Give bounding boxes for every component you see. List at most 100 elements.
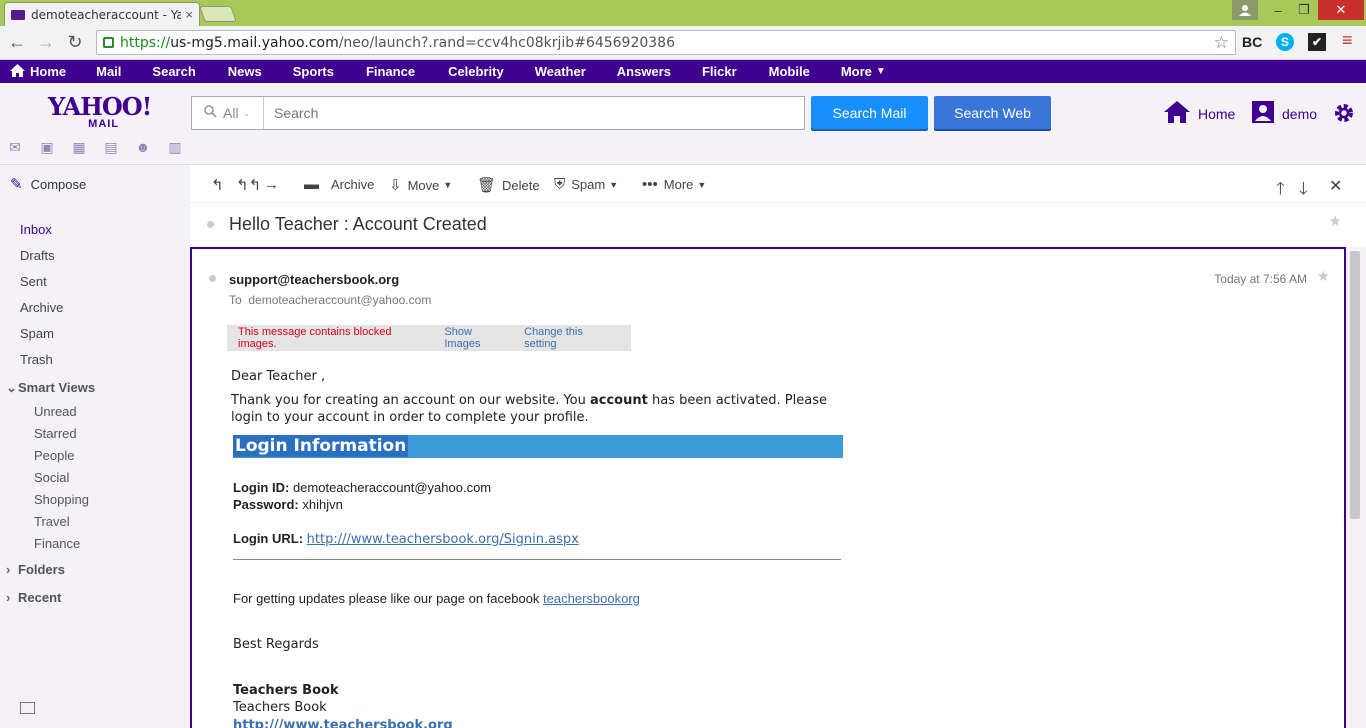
reply-all-icon[interactable]: ↰↰ bbox=[236, 176, 267, 194]
more-button[interactable]: ••• More ▼ bbox=[642, 176, 706, 193]
address-bar[interactable]: https://us-mg5.mail.yahoo.com/neo/launch… bbox=[96, 30, 1236, 55]
unread-dot-icon[interactable] bbox=[207, 221, 214, 228]
bookmark-star-icon[interactable]: ☆ bbox=[1214, 33, 1229, 53]
forward-arrow-icon[interactable]: → bbox=[35, 32, 57, 53]
scrollbar-thumb[interactable] bbox=[1350, 251, 1360, 519]
checkmark-extension-icon[interactable]: ✔ bbox=[1308, 33, 1326, 51]
user-avatar-icon bbox=[1252, 101, 1274, 126]
sidebar-item-trash[interactable]: Trash bbox=[20, 352, 53, 367]
nav-home[interactable]: Home bbox=[30, 64, 66, 79]
search-web-button[interactable]: Search Web bbox=[934, 96, 1051, 129]
back-arrow-icon[interactable]: ← bbox=[6, 32, 28, 53]
star-icon[interactable]: ★ bbox=[1329, 212, 1342, 230]
user-profile-icon[interactable] bbox=[1232, 0, 1258, 20]
user-account-link[interactable]: demo bbox=[1252, 101, 1317, 126]
nav-celebrity[interactable]: Celebrity bbox=[448, 64, 504, 79]
facebook-link[interactable]: teachersbookorg bbox=[543, 591, 640, 606]
compose-button[interactable]: ✎ Compose bbox=[10, 175, 86, 193]
chevron-right-icon: › bbox=[6, 590, 11, 605]
browser-toolbar: ← → ↻ https://us-mg5.mail.yahoo.com/neo/… bbox=[0, 26, 1366, 60]
trash-icon: 🗑 bbox=[477, 177, 497, 194]
nav-mail[interactable]: Mail bbox=[96, 64, 121, 79]
nav-search[interactable]: Search bbox=[152, 64, 195, 79]
nav-answers[interactable]: Answers bbox=[617, 64, 671, 79]
yahoo-mail-logo[interactable]: YAHOO! MAIL bbox=[48, 95, 152, 130]
spam-button[interactable]: ⛨ Spam ▼ bbox=[554, 176, 618, 193]
smart-view-unread[interactable]: Unread bbox=[34, 404, 77, 419]
user-name: demo bbox=[1282, 105, 1318, 122]
search-mail-button[interactable]: Search Mail bbox=[811, 96, 928, 129]
change-setting-link[interactable]: Change this setting bbox=[524, 326, 617, 350]
signature-url-link[interactable]: http:///www.teachersbook.org bbox=[233, 718, 453, 728]
mail-app-icon[interactable]: ✉ bbox=[6, 139, 24, 155]
nav-flickr[interactable]: Flickr bbox=[702, 64, 737, 79]
chrome-menu-icon[interactable]: ≡ bbox=[1342, 30, 1353, 51]
contacts-app-icon[interactable]: ▣ bbox=[38, 139, 56, 155]
smart-views-toggle[interactable]: ⌄Smart Views bbox=[6, 380, 95, 396]
reply-icon[interactable]: ↰ bbox=[211, 176, 230, 194]
sidebar-item-archive[interactable]: Archive bbox=[20, 300, 63, 315]
nav-weather[interactable]: Weather bbox=[535, 64, 586, 79]
close-icon[interactable]: ✕ bbox=[1329, 176, 1342, 196]
sidebar-item-spam[interactable]: Spam bbox=[20, 326, 54, 341]
minimize-button[interactable]: – bbox=[1264, 0, 1292, 20]
message-sender[interactable]: support@teachersbook.org bbox=[229, 272, 399, 287]
notepad-app-icon[interactable]: ▤ bbox=[102, 139, 120, 155]
reload-icon[interactable]: ↻ bbox=[64, 32, 86, 53]
star-icon[interactable]: ★ bbox=[1317, 267, 1330, 285]
signature-url-line: http:///www.teachersbook.org bbox=[233, 717, 453, 728]
smart-view-travel[interactable]: Travel bbox=[34, 514, 70, 529]
smart-view-starred[interactable]: Starred bbox=[34, 426, 77, 441]
nav-news[interactable]: News bbox=[228, 64, 262, 79]
skype-extension-icon[interactable]: S bbox=[1276, 33, 1294, 51]
new-tab-button[interactable] bbox=[199, 6, 237, 22]
home-label: Home bbox=[1198, 105, 1236, 122]
archive-button[interactable]: ▬ Archive bbox=[304, 176, 374, 193]
unread-dot-icon[interactable] bbox=[209, 275, 216, 282]
delete-button[interactable]: 🗑 Delete bbox=[477, 176, 540, 194]
forward-icon[interactable]: → bbox=[264, 176, 285, 193]
url-text: https://us-mg5.mail.yahoo.com/neo/launch… bbox=[120, 34, 675, 51]
search-icon bbox=[204, 105, 217, 121]
messenger-app-icon[interactable]: ☻ bbox=[134, 139, 152, 155]
login-information-banner: Login Information bbox=[233, 435, 843, 458]
message-recipient: To demoteacheraccount@yahoo.com bbox=[229, 293, 432, 307]
folders-toggle[interactable]: › Folders bbox=[6, 562, 65, 577]
search-input[interactable] bbox=[264, 97, 804, 129]
message-timestamp: Today at 7:56 AM bbox=[1214, 272, 1307, 286]
nav-finance[interactable]: Finance bbox=[366, 64, 415, 79]
smart-view-social[interactable]: Social bbox=[34, 470, 69, 485]
smart-view-finance[interactable]: Finance bbox=[34, 536, 80, 551]
nav-sports[interactable]: Sports bbox=[293, 64, 334, 79]
settings-gear-icon[interactable] bbox=[1333, 102, 1355, 124]
email-greeting: Dear Teacher , bbox=[231, 369, 326, 384]
conversation-subject-row: Hello Teacher : Account Created ★ bbox=[190, 203, 1356, 247]
tab-close-icon[interactable]: × bbox=[185, 7, 193, 22]
sidebar-item-inbox[interactable]: Inbox bbox=[20, 222, 52, 237]
next-message-icon[interactable]: 🡓 bbox=[1299, 176, 1308, 205]
smart-view-people[interactable]: People bbox=[34, 448, 74, 463]
close-window-button[interactable]: ✕ bbox=[1318, 0, 1364, 20]
mail-header: YAHOO! MAIL All ⌄ Search Mail Search Web… bbox=[0, 83, 1366, 165]
show-images-link[interactable]: Show Images bbox=[444, 326, 510, 350]
image-icon[interactable] bbox=[20, 702, 35, 714]
nav-more[interactable]: More bbox=[841, 64, 872, 79]
nav-mobile[interactable]: Mobile bbox=[769, 64, 810, 79]
newsfeed-app-icon[interactable]: ▥ bbox=[166, 139, 184, 155]
calendar-app-icon[interactable]: ▦ bbox=[70, 139, 88, 155]
smart-view-shopping[interactable]: Shopping bbox=[34, 492, 89, 507]
search-scope-dropdown[interactable]: All ⌄ bbox=[192, 97, 264, 129]
login-url-link[interactable]: http:///www.teachersbook.org/Signin.aspx bbox=[307, 532, 579, 547]
recent-toggle[interactable]: › Recent bbox=[6, 590, 61, 605]
sidebar-item-sent[interactable]: Sent bbox=[20, 274, 47, 289]
browser-tab-strip: demoteacheraccount - Yal × – ❐ ✕ bbox=[0, 0, 1366, 26]
header-home-link[interactable]: Home bbox=[1164, 101, 1235, 126]
browser-tab[interactable]: demoteacheraccount - Yal × bbox=[4, 2, 200, 26]
yahoo-nav-bar: Home Mail Search News Sports Finance Cel… bbox=[0, 60, 1366, 83]
move-button[interactable]: ⇩ Move ▼ bbox=[389, 176, 452, 194]
bc-extension-icon[interactable]: BC bbox=[1242, 34, 1262, 50]
maximize-button[interactable]: ❐ bbox=[1290, 0, 1318, 20]
previous-message-icon[interactable]: 🡑 bbox=[1276, 176, 1285, 205]
sidebar-item-drafts[interactable]: Drafts bbox=[20, 248, 55, 263]
message-scrollbar[interactable] bbox=[1346, 247, 1366, 728]
